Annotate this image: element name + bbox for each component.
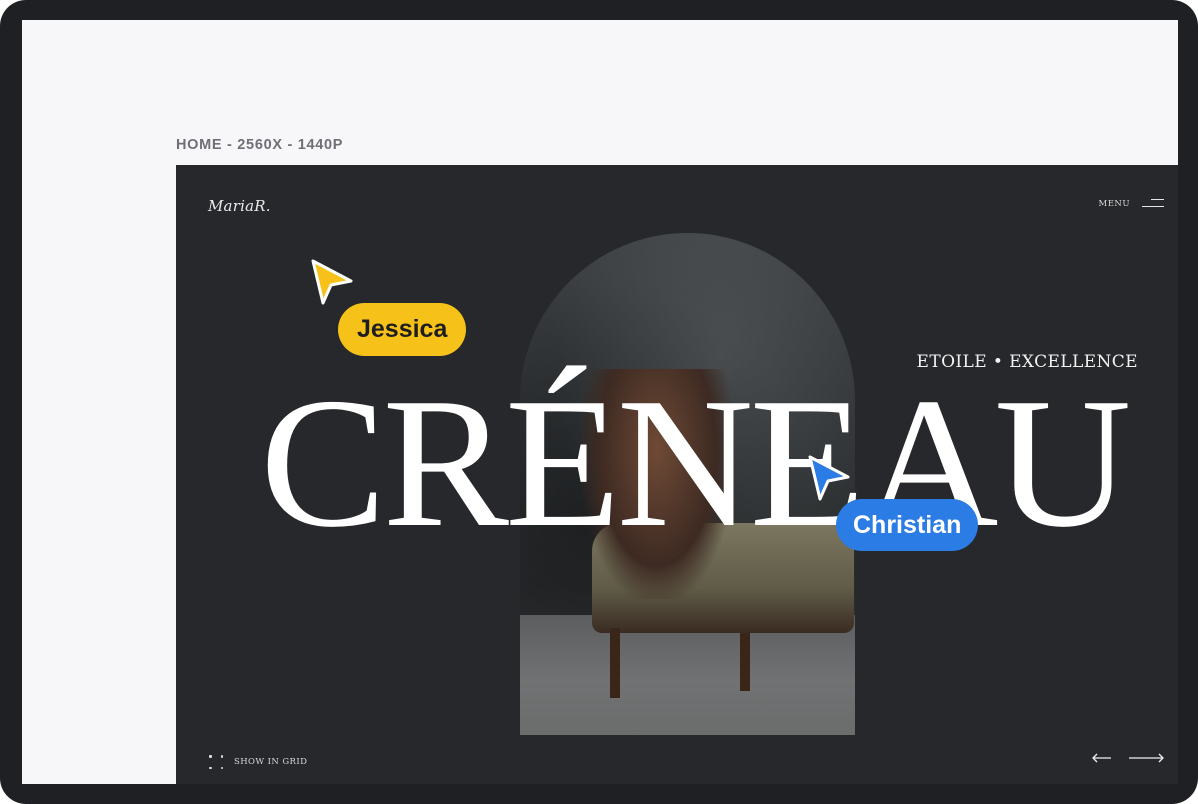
menu-button[interactable]: MENU: [1098, 198, 1164, 209]
photo-sofa-leg: [610, 628, 620, 698]
pointer-cursor-icon: [311, 259, 353, 305]
pointer-cursor-icon: [808, 455, 850, 501]
photo-sofa-leg: [740, 633, 750, 691]
collaborator-tag-christian: Christian: [836, 499, 979, 551]
show-grid-label: SHOW IN GRID: [234, 757, 308, 767]
design-canvas: HOME - 2560X - 1440P MariaR. MENU ETOILE…: [22, 20, 1178, 784]
menu-label: MENU: [1098, 198, 1130, 209]
grid-dots-icon: [208, 754, 224, 770]
hero-headline: CRÉNEAU: [260, 360, 1131, 566]
hamburger-icon: [1142, 198, 1164, 209]
arrow-right-icon[interactable]: [1128, 753, 1164, 763]
arrow-left-icon[interactable]: [1092, 753, 1112, 763]
frame-label[interactable]: HOME - 2560X - 1440P: [176, 137, 343, 153]
slider-arrows: [1092, 753, 1164, 763]
collaborator-tag-jessica: Jessica: [338, 303, 467, 356]
device-frame: HOME - 2560X - 1440P MariaR. MENU ETOILE…: [0, 0, 1198, 804]
site-logo[interactable]: MariaR.: [208, 197, 271, 215]
show-grid-button[interactable]: SHOW IN GRID: [208, 754, 307, 770]
